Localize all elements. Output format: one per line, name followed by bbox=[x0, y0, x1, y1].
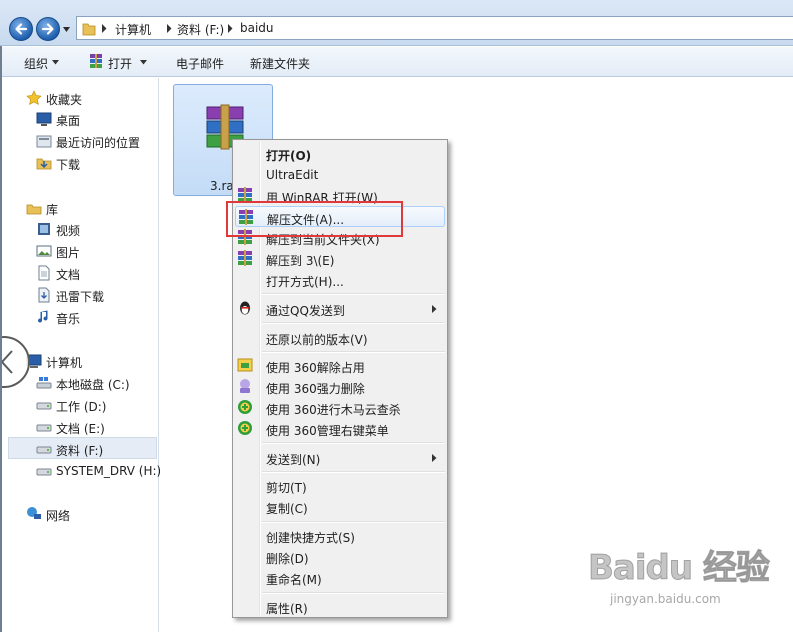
window-left-edge bbox=[0, 46, 2, 632]
previous-slide-button[interactable] bbox=[0, 336, 30, 388]
network-icon bbox=[27, 507, 41, 519]
caret-down-icon bbox=[52, 60, 59, 65]
menu-item-360-trojan-scan[interactable]: 使用 360进行木马云查杀 bbox=[235, 397, 445, 418]
new-folder-button[interactable]: 新建文件夹 bbox=[250, 55, 310, 72]
360-unlock-icon bbox=[237, 358, 253, 372]
arrow-right-icon bbox=[41, 23, 54, 35]
library-icon bbox=[26, 204, 42, 215]
menu-item-360-force-delete[interactable]: 使用 360强力删除 bbox=[235, 376, 445, 397]
menu-item-copy[interactable]: 复制(C) bbox=[235, 496, 445, 517]
annotation-highlight-box bbox=[226, 201, 403, 237]
menu-separator bbox=[262, 592, 445, 594]
menu-item-360-manage-context-menu[interactable]: 使用 360管理右键菜单 bbox=[235, 418, 445, 439]
menu-item-extract-to-folder[interactable]: 解压到 3\(E) bbox=[235, 248, 445, 269]
chevron-left-icon bbox=[1, 350, 13, 374]
organize-button[interactable]: 组织 bbox=[24, 55, 48, 72]
menu-item-open-with[interactable]: 打开方式(H)... bbox=[235, 269, 445, 290]
address-box[interactable]: 计算机 资料 (F:) baidu bbox=[76, 16, 793, 40]
breadcrumb-baidu[interactable]: baidu bbox=[240, 21, 274, 35]
download-folder-icon bbox=[38, 287, 50, 303]
drive-icon bbox=[36, 446, 52, 454]
menu-separator bbox=[262, 322, 445, 324]
watermark-url: jingyan.baidu.com bbox=[610, 592, 721, 606]
menu-item-properties[interactable]: 属性(R) bbox=[235, 596, 445, 617]
address-bar-region: 计算机 资料 (F:) baidu bbox=[0, 0, 793, 46]
email-button[interactable]: 电子邮件 bbox=[176, 55, 224, 72]
forward-button[interactable] bbox=[36, 17, 60, 41]
back-button[interactable] bbox=[9, 17, 33, 41]
drive-icon bbox=[36, 468, 52, 476]
breadcrumb-drive-f[interactable]: 资料 (F:) bbox=[177, 21, 224, 38]
video-icon bbox=[38, 223, 50, 235]
breadcrumb-arrow-icon[interactable] bbox=[166, 24, 172, 33]
menu-item-create-shortcut[interactable]: 创建快捷方式(S) bbox=[235, 525, 445, 546]
star-icon bbox=[26, 90, 42, 105]
watermark-logo: Baidu 经验 bbox=[588, 548, 771, 589]
menu-item-restore-previous-versions[interactable]: 还原以前的版本(V) bbox=[235, 327, 445, 348]
menu-item-send-to[interactable]: 发送到(N) bbox=[235, 447, 445, 468]
menu-item-rename[interactable]: 重命名(M) bbox=[235, 567, 445, 588]
menu-separator bbox=[262, 442, 445, 444]
desktop-icon bbox=[36, 112, 52, 126]
menu-separator bbox=[262, 293, 445, 295]
menu-separator bbox=[262, 521, 445, 523]
menu-separator bbox=[262, 351, 445, 353]
music-icon bbox=[38, 310, 48, 323]
downloads-folder-icon bbox=[36, 158, 52, 170]
qq-penguin-icon bbox=[240, 301, 250, 315]
system-drive-icon bbox=[36, 377, 52, 389]
open-button[interactable]: 打开 bbox=[108, 55, 132, 72]
submenu-arrow-icon bbox=[432, 454, 437, 462]
picture-icon bbox=[36, 245, 52, 257]
winrar-icon bbox=[90, 54, 102, 68]
caret-down-icon bbox=[140, 60, 147, 65]
arrow-left-icon bbox=[15, 23, 28, 35]
menu-item-send-via-qq[interactable]: 通过QQ发送到 bbox=[235, 298, 445, 319]
menu-item-ultraedit[interactable]: UltraEdit bbox=[235, 164, 445, 185]
menu-item-open[interactable]: 打开(O) bbox=[235, 143, 445, 164]
360-safe-icon bbox=[238, 400, 252, 414]
winrar-icon bbox=[238, 250, 252, 266]
folder-icon bbox=[82, 23, 96, 36]
file-name-label: 3.ra bbox=[210, 179, 234, 193]
baidu-jingyan-watermark: Baidu 经验 jingyan.baidu.com bbox=[588, 540, 788, 620]
navigation-pane: 收藏夹 桌面 最近访问的位置 下载 库 视频 图片 文档 迅雷下载 音乐 计算机… bbox=[0, 78, 161, 632]
drive-icon bbox=[36, 424, 52, 432]
menu-item-cut[interactable]: 剪切(T) bbox=[235, 475, 445, 496]
menu-item-360-unlock[interactable]: 使用 360解除占用 bbox=[235, 355, 445, 376]
submenu-arrow-icon bbox=[432, 305, 437, 313]
menu-item-delete[interactable]: 删除(D) bbox=[235, 546, 445, 567]
recent-places-icon bbox=[36, 135, 52, 148]
document-icon bbox=[38, 265, 50, 281]
drive-icon bbox=[36, 402, 52, 410]
breadcrumb-computer[interactable]: 计算机 bbox=[115, 21, 151, 38]
command-bar: 组织 打开 电子邮件 新建文件夹 bbox=[0, 47, 793, 77]
breadcrumb-arrow-icon[interactable] bbox=[227, 24, 233, 33]
360-shredder-icon bbox=[240, 379, 250, 393]
history-dropdown-icon[interactable] bbox=[62, 25, 71, 34]
breadcrumb-arrow-icon[interactable] bbox=[101, 24, 107, 33]
menu-separator bbox=[262, 471, 445, 473]
360-safe-icon bbox=[238, 421, 252, 435]
